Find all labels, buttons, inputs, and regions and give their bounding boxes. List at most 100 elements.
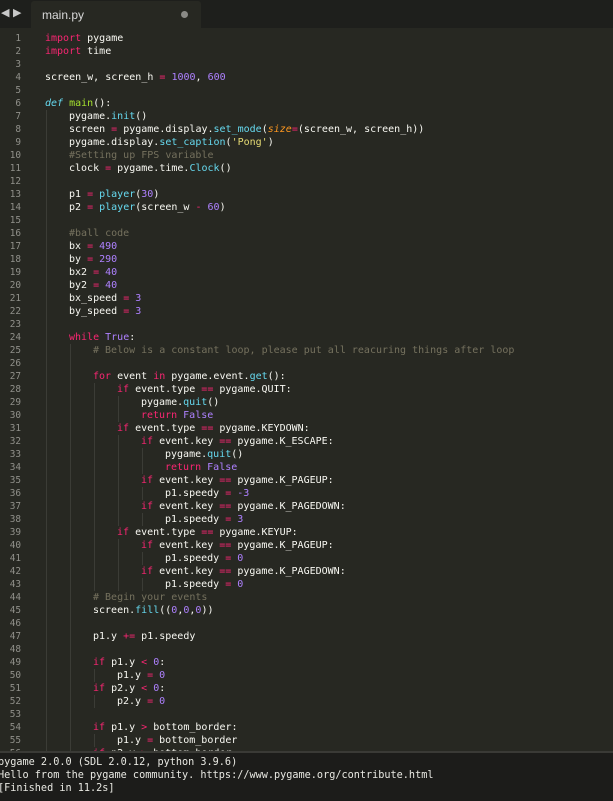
code-token: pygame. (69, 111, 112, 122)
code-token: if (93, 722, 106, 733)
code-token: p1.y (105, 657, 142, 668)
line-number: 51 (9, 683, 21, 694)
code-line[interactable]: 15 (0, 214, 613, 227)
code-token: , (195, 72, 208, 83)
code-line[interactable]: 9 pygame.display.set_caption('Pong') (0, 136, 613, 149)
code-line[interactable]: 25 # Below is a constant loop, please put… (0, 344, 613, 357)
code-line[interactable]: 23 (0, 318, 613, 331)
code-line[interactable]: 41 p1.speedy = 0 (0, 552, 613, 565)
indent-guide (46, 552, 47, 565)
code-token: 'Pong' (231, 137, 268, 148)
code-line[interactable]: 34 return False (0, 461, 613, 474)
code-line[interactable]: 27 for event in pygame.event.get(): (0, 370, 613, 383)
code-line[interactable]: 39 if event.type == pygame.KEYUP: (0, 526, 613, 539)
code-line[interactable]: 35 if event.key == pygame.K_PAGEUP: (0, 474, 613, 487)
tab-main-py[interactable]: main.py (31, 1, 201, 28)
code-line[interactable]: 37 if event.key == pygame.K_PAGEDOWN: (0, 500, 613, 513)
code-line[interactable]: 6 def main(): (0, 97, 613, 110)
line-number: 43 (9, 579, 21, 590)
code-line[interactable]: 18 by = 290 (0, 253, 613, 266)
code-token: p2.y (117, 696, 148, 707)
code-line[interactable]: 22 by_speed = 3 (0, 305, 613, 318)
code-line[interactable]: 38 p1.speedy = 3 (0, 513, 613, 526)
code-line[interactable]: 54 if p1.y > bottom_border: (0, 721, 613, 734)
code-line[interactable]: 47 p1.y += p1.speedy (0, 630, 613, 643)
code-line[interactable]: 12 (0, 175, 613, 188)
code-token: by_speed (69, 306, 124, 317)
code-line[interactable]: 44 # Begin your events (0, 591, 613, 604)
code-line[interactable]: 13 p1 = player(30) (0, 188, 613, 201)
code-line[interactable]: 7 pygame.init() (0, 110, 613, 123)
code-line[interactable]: 52 p2.y = 0 (0, 695, 613, 708)
code-line[interactable]: 4 screen_w, screen_h = 1000, 600 (0, 71, 613, 84)
code-token: for (93, 371, 112, 382)
line-number: 31 (9, 423, 21, 434)
code-text: while True: (69, 331, 135, 344)
code-line[interactable]: 14 p2 = player(screen_w - 60) (0, 201, 613, 214)
code-editor[interactable]: 1 import pygame 2 import time 3 4 screen_w, sc… (0, 29, 613, 751)
code-line[interactable]: 50 p1.y = 0 (0, 669, 613, 682)
code-line[interactable]: 48 (0, 643, 613, 656)
indent-guide (94, 552, 95, 565)
code-line[interactable]: 53 (0, 708, 613, 721)
code-line[interactable]: 17 bx = 490 (0, 240, 613, 253)
code-text: import time (45, 45, 111, 58)
code-token: 3 (237, 514, 244, 525)
code-line[interactable]: 36 p1.speedy = -3 (0, 487, 613, 500)
code-text: p1.speedy = 0 (165, 552, 243, 565)
code-line[interactable]: 21 bx_speed = 3 (0, 292, 613, 305)
code-line[interactable]: 28 if event.type == pygame.QUIT: (0, 383, 613, 396)
code-line[interactable]: 43 p1.speedy = 0 (0, 578, 613, 591)
indent-guide (46, 253, 47, 266)
code-line[interactable]: 11 clock = pygame.time.Clock() (0, 162, 613, 175)
code-line[interactable]: 8 screen = pygame.display.set_mode(size=(… (0, 123, 613, 136)
line-number: 49 (9, 657, 21, 668)
code-line[interactable]: 30 return False (0, 409, 613, 422)
code-token: event.type (129, 423, 202, 434)
nav-back-icon[interactable]: ◀ (1, 6, 9, 19)
code-line[interactable]: 46 (0, 617, 613, 630)
code-line[interactable]: 20 by2 = 40 (0, 279, 613, 292)
code-line[interactable]: 40 if event.key == pygame.K_PAGEUP: (0, 539, 613, 552)
code-text: by2 = 40 (69, 279, 117, 292)
code-line[interactable]: 33 pygame.quit() (0, 448, 613, 461)
code-token: import (45, 46, 82, 57)
code-line[interactable]: 29 pygame.quit() (0, 396, 613, 409)
code-token: event.key (153, 436, 220, 447)
code-line[interactable]: 1 import pygame (0, 32, 613, 45)
indent-guide (46, 292, 47, 305)
code-line[interactable]: 19 bx2 = 40 (0, 266, 613, 279)
code-token: 30 (141, 189, 154, 200)
code-line[interactable]: 2 import time (0, 45, 613, 58)
code-token: 0 (159, 670, 166, 681)
code-line[interactable]: 16 #ball code (0, 227, 613, 240)
line-number: 37 (9, 501, 21, 512)
indent-guide (46, 214, 47, 227)
code-token: event.key (153, 475, 220, 486)
indent-guide (70, 474, 71, 487)
code-line[interactable]: 3 (0, 58, 613, 71)
code-token: (( (159, 605, 172, 616)
indent-guide (46, 305, 47, 318)
code-line[interactable]: 42 if event.key == pygame.K_PAGEDOWN: (0, 565, 613, 578)
code-token: == (219, 436, 232, 447)
code-line[interactable]: 31 if event.type == pygame.KEYDOWN: (0, 422, 613, 435)
indent-guide (94, 487, 95, 500)
line-number: 53 (9, 709, 21, 720)
code-line[interactable]: 32 if event.key == pygame.K_ESCAPE: (0, 435, 613, 448)
code-line[interactable]: 51 if p2.y < 0: (0, 682, 613, 695)
code-line[interactable]: 26 (0, 357, 613, 370)
line-number: 5 (15, 85, 21, 96)
code-token: by (69, 254, 88, 265)
code-line[interactable]: 10 #Setting up FPS variable (0, 149, 613, 162)
nav-forward-icon[interactable]: ▶ (13, 6, 21, 19)
code-token: pygame.KEYUP: (213, 527, 298, 538)
code-line[interactable]: 24 while True: (0, 331, 613, 344)
indent-guide (70, 734, 71, 747)
code-line[interactable]: 55 p1.y = bottom_border (0, 734, 613, 747)
unsaved-dot-icon[interactable] (181, 11, 188, 18)
code-line[interactable]: 45 screen.fill((0,0,0)) (0, 604, 613, 617)
code-line[interactable]: 5 (0, 84, 613, 97)
code-text: pygame.display.set_caption('Pong') (69, 136, 274, 149)
code-line[interactable]: 49 if p1.y < 0: (0, 656, 613, 669)
